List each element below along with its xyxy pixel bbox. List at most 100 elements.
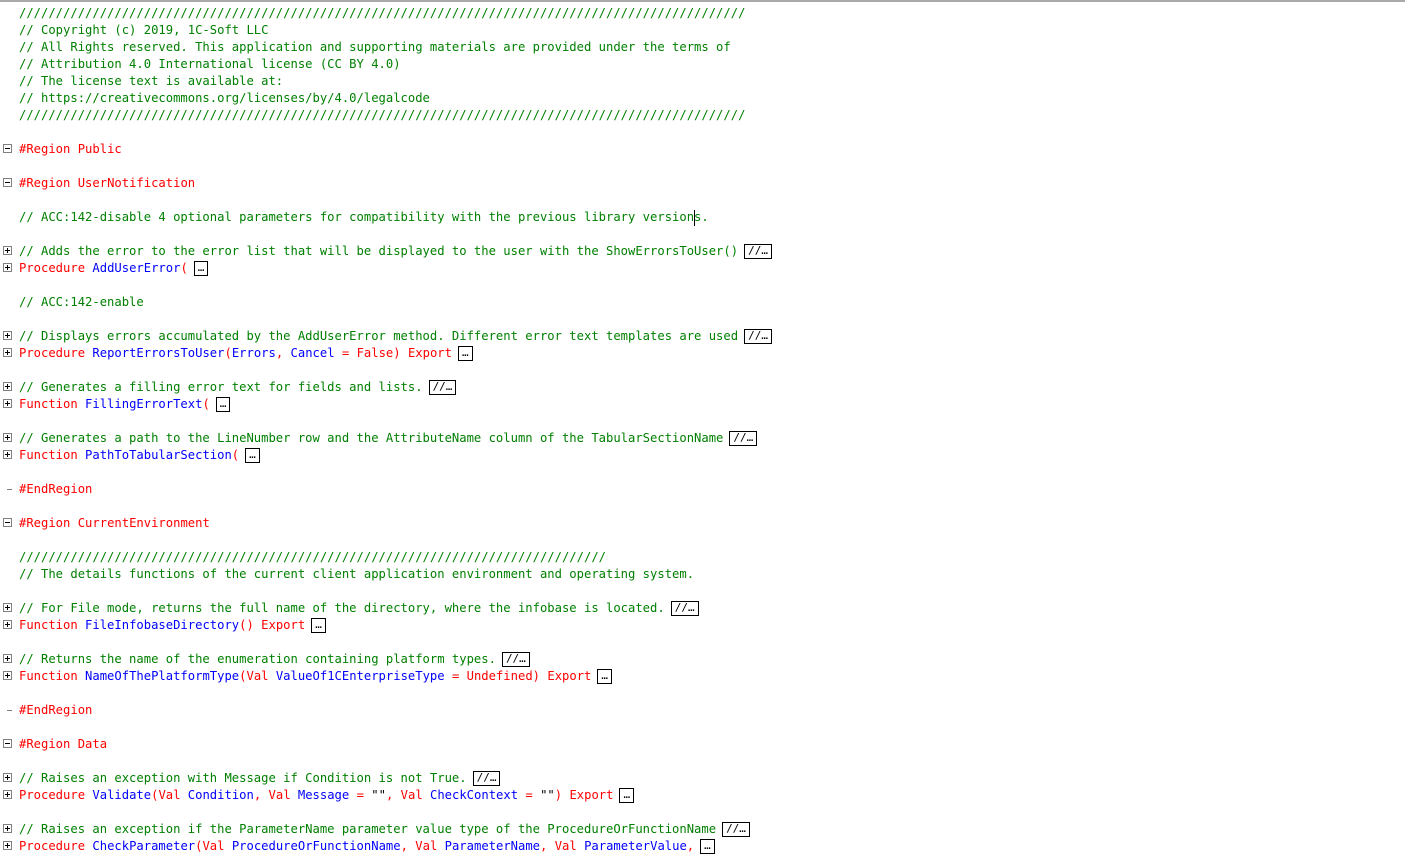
- expand-icon[interactable]: [3, 348, 12, 357]
- comment-text: // ACC:142-disable 4 optional parameters…: [19, 210, 709, 224]
- code-text: // The license text is available at:: [19, 73, 283, 90]
- fold-gutter: [0, 413, 16, 430]
- method-keyword: Function: [19, 397, 78, 411]
- collapsed-block-button[interactable]: …: [619, 788, 635, 803]
- code-text: // Generates a path to the LineNumber ro…: [19, 430, 758, 447]
- collapsed-block-button[interactable]: …: [457, 346, 473, 361]
- expand-icon[interactable]: [3, 382, 12, 391]
- collapsed-block-button[interactable]: //…: [670, 601, 699, 616]
- fold-gutter: [0, 532, 16, 549]
- expand-icon[interactable]: [3, 671, 12, 680]
- fold-gutter: [0, 634, 16, 651]
- method-params: (: [231, 448, 240, 462]
- code-text: // ACC:142-disable 4 optional parameters…: [19, 209, 709, 226]
- comment-text: // Copyright (c) 2019, 1C-Soft LLC: [19, 23, 269, 37]
- code-text: // Copyright (c) 2019, 1C-Soft LLC: [19, 22, 268, 39]
- fold-gutter: [0, 787, 16, 804]
- fold-gutter: [0, 736, 16, 753]
- region-name: Public: [77, 142, 122, 156]
- code-text: Procedure ReportErrorsToUser(Errors, Can…: [19, 345, 473, 362]
- comment-text: ////////////////////////////////////////…: [19, 550, 606, 564]
- code-text: Procedure Validate(Val Condition, Val Me…: [19, 787, 635, 804]
- expand-icon[interactable]: [3, 790, 12, 799]
- collapsed-block-button[interactable]: //…: [428, 380, 457, 395]
- fold-gutter: [0, 39, 16, 56]
- expand-icon[interactable]: [3, 773, 12, 782]
- fold-gutter: [0, 141, 16, 158]
- comment-text: // Raises an exception with Message if C…: [19, 771, 467, 785]
- fold-gutter: [0, 311, 16, 328]
- collapsed-block-button[interactable]: //…: [729, 431, 758, 446]
- collapse-icon[interactable]: [3, 518, 12, 527]
- code-text: // All Rights reserved. This application…: [19, 39, 731, 56]
- expand-icon[interactable]: [3, 654, 12, 663]
- collapsed-block-button[interactable]: //…: [472, 771, 501, 786]
- code-text: #Region Public: [19, 141, 122, 158]
- expand-icon[interactable]: [3, 331, 12, 340]
- method-keyword: Procedure: [19, 346, 86, 360]
- collapsed-block-button[interactable]: //…: [744, 329, 772, 344]
- comment-text: // ACC:142-enable: [19, 295, 144, 309]
- fold-gutter: [0, 617, 16, 634]
- expand-icon[interactable]: [3, 824, 12, 833]
- collapsed-block-button[interactable]: …: [193, 261, 209, 276]
- expand-icon[interactable]: [3, 841, 12, 850]
- collapsed-block-button[interactable]: …: [700, 839, 715, 854]
- expand-icon[interactable]: [3, 246, 12, 255]
- method-name: AddUserError: [92, 261, 181, 275]
- collapse-icon[interactable]: [3, 144, 12, 153]
- collapsed-block-button[interactable]: …: [597, 669, 613, 684]
- comment-text: // Generates a filling error text for fi…: [19, 380, 423, 394]
- method-name: Validate: [92, 788, 152, 802]
- expand-icon[interactable]: [3, 620, 12, 629]
- fold-gutter: [0, 345, 16, 362]
- collapsed-block-button[interactable]: …: [311, 618, 326, 633]
- export-keyword: Export: [547, 669, 592, 683]
- collapse-icon[interactable]: [3, 739, 12, 748]
- fold-gutter: [0, 107, 16, 124]
- code-text: // Attribution 4.0 International license…: [19, 56, 401, 73]
- fold-gutter: [0, 56, 16, 73]
- method-name: FileInfobaseDirectory: [85, 618, 240, 632]
- fold-gutter: [0, 175, 16, 192]
- code-text: #EndRegion: [19, 702, 92, 719]
- method-params: (Errors, Cancel = False): [224, 346, 401, 360]
- region-keyword: #Region: [19, 176, 71, 190]
- fold-end-mark-icon: [7, 489, 12, 490]
- expand-icon[interactable]: [3, 399, 12, 408]
- collapse-icon[interactable]: [3, 178, 12, 187]
- expand-icon[interactable]: [3, 263, 12, 272]
- expand-icon[interactable]: [3, 450, 12, 459]
- region-name: UserNotification: [77, 176, 196, 190]
- code-text: Function FileInfobaseDirectory() Export…: [19, 617, 326, 634]
- code-text: Procedure AddUserError(…: [19, 260, 209, 277]
- expand-icon[interactable]: [3, 433, 12, 442]
- code-text: // Raises an exception if the ParameterN…: [19, 821, 750, 838]
- region-name: CurrentEnvironment: [77, 516, 210, 530]
- collapsed-block-button[interactable]: …: [215, 397, 231, 412]
- code-text: // For File mode, returns the full name …: [19, 600, 699, 617]
- method-name: PathToTabularSection: [85, 448, 232, 462]
- fold-gutter: [0, 566, 16, 583]
- collapsed-block-button[interactable]: //…: [744, 244, 772, 259]
- code-text: // Generates a filling error text for fi…: [19, 379, 457, 396]
- fold-gutter: [0, 430, 16, 447]
- collapsed-block-button[interactable]: …: [245, 448, 260, 463]
- comment-text: // Displays errors accumulated by the Ad…: [19, 329, 739, 343]
- method-params: (Val ProcedureOrFunctionName, Val Parame…: [195, 839, 695, 853]
- comment-text: // Returns the name of the enumeration c…: [19, 652, 496, 666]
- expand-icon[interactable]: [3, 603, 12, 612]
- method-keyword: Procedure: [19, 839, 86, 853]
- fold-gutter: [0, 90, 16, 107]
- editor-top-border: [0, 0, 1405, 2]
- fold-gutter: [0, 277, 16, 294]
- code-text: #EndRegion: [19, 481, 92, 498]
- comment-text: // For File mode, returns the full name …: [19, 601, 665, 615]
- fold-gutter: [0, 362, 16, 379]
- fold-gutter: [0, 821, 16, 838]
- comment-text: // Adds the error to the error list that…: [19, 244, 739, 258]
- collapsed-block-button[interactable]: //…: [722, 822, 750, 837]
- collapsed-block-button[interactable]: //…: [501, 652, 530, 667]
- fold-gutter: [0, 447, 16, 464]
- fold-gutter: [0, 600, 16, 617]
